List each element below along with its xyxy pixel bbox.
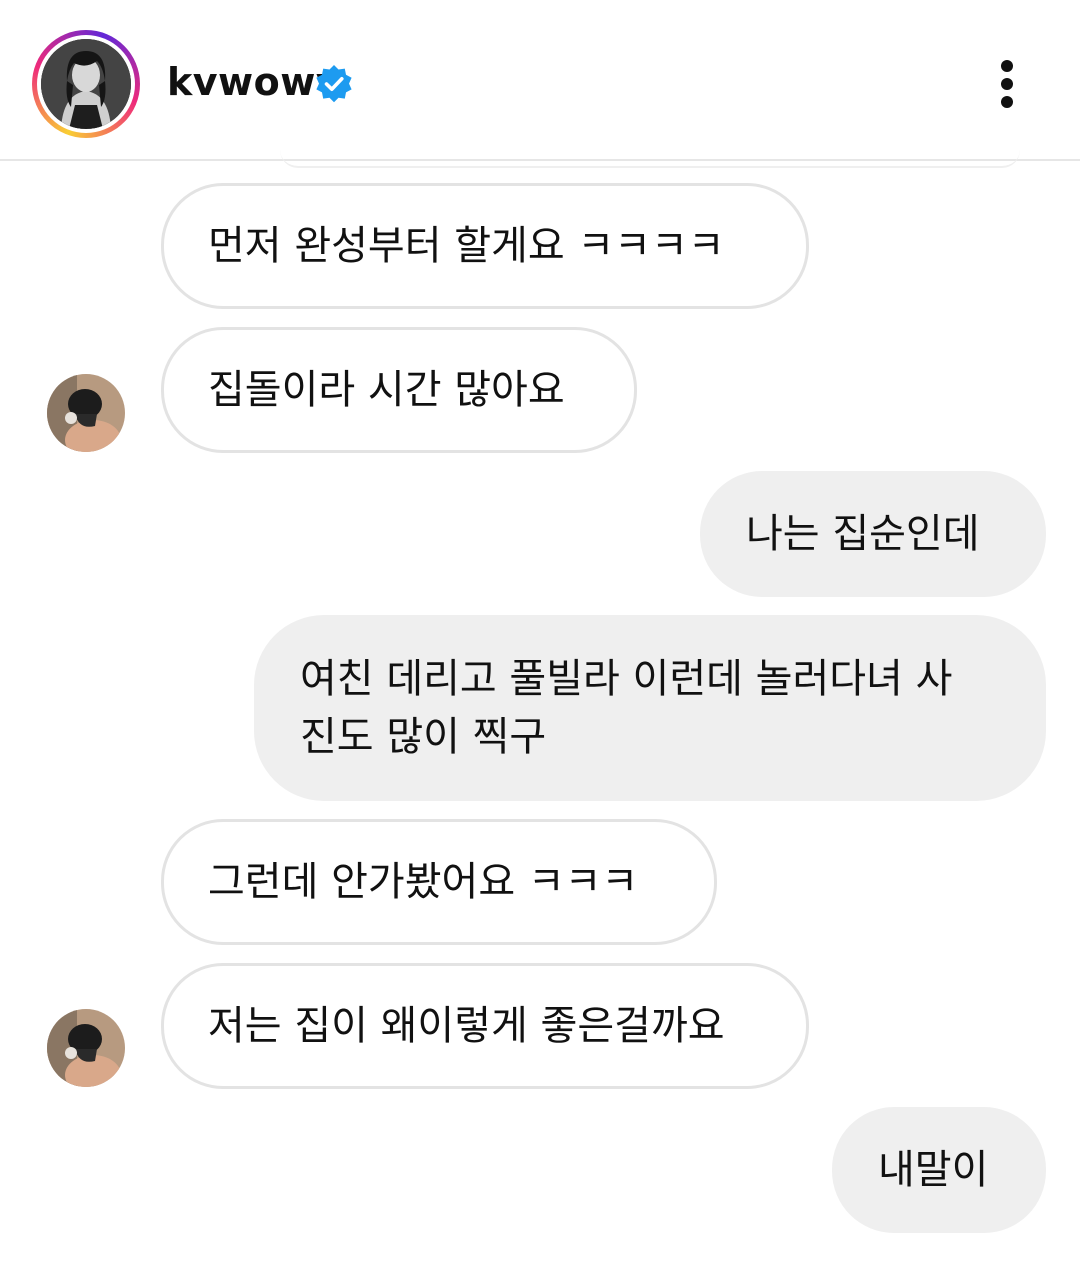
more-vertical-icon-dot [1001,96,1013,108]
outgoing-message-bubble[interactable]: 내말이 [832,1107,1046,1233]
outgoing-message-bubble[interactable]: 나는 집순인데 [700,471,1046,597]
verified-badge-icon [316,65,352,103]
message-text: 나는 집순인데 [746,511,980,557]
message-text: 집돌이라 시간 많아요 [208,367,565,413]
outgoing-message-bubble[interactable]: 여친 데리고 풀빌라 이런데 놀러다녀 사 진도 많이 찍구 [254,615,1046,801]
sender-avatar-icon [47,374,125,452]
profile-avatar [41,39,131,129]
chat-header: kvwowv [0,0,1080,161]
avatar-portrait-icon [41,39,131,129]
message-text-line: 여친 데리고 풀빌라 이런데 놀러다녀 사 [300,656,953,702]
sender-avatar-icon [47,1009,125,1087]
more-vertical-icon [1001,60,1013,72]
incoming-message-bubble[interactable]: 그런데 안가봤어요 ㅋㅋㅋ [161,819,717,945]
sender-avatar[interactable] [47,374,125,452]
scrolled-bubble-edge [280,150,1020,168]
profile-avatar-button[interactable] [32,30,140,138]
more-vertical-icon-dot [1001,78,1013,90]
message-text: 그런데 안가봤어요 ㅋㅋㅋ [208,859,639,905]
incoming-message-bubble[interactable]: 먼저 완성부터 할게요 ㅋㅋㅋㅋ [161,183,809,309]
message-text: 내말이 [878,1147,989,1193]
story-ring [37,35,135,133]
more-options-button[interactable] [990,56,1026,112]
incoming-message-bubble[interactable]: 저는 집이 왜이렇게 좋은걸까요 [161,963,809,1089]
message-text: 저는 집이 왜이렇게 좋은걸까요 [208,1003,725,1049]
incoming-message-bubble[interactable]: 집돌이라 시간 많아요 [161,327,637,453]
sender-avatar[interactable] [47,1009,125,1087]
message-text: 먼저 완성부터 할게요 ㅋㅋㅋㅋ [208,223,725,269]
message-text-line: 진도 많이 찍구 [300,714,547,760]
message-text-block: 여친 데리고 풀빌라 이런데 놀러다녀 사 진도 많이 찍구 [300,650,952,766]
dm-thread-screen: kvwowv 먼저 완성부터 할게요 ㅋㅋㅋㅋ 집돌이라 시간 많아요 나는 집… [0,0,1080,1262]
